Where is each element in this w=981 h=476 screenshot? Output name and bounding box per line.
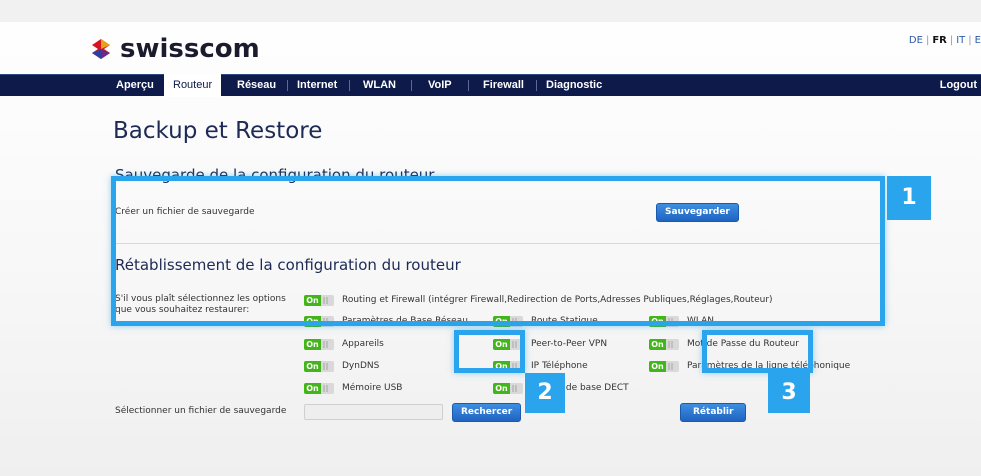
toggle-knob [668,341,670,348]
tab-apercu[interactable]: Aperçu [116,75,154,96]
restore-button[interactable]: Rétablir [680,403,747,422]
toggle-knob [323,341,325,348]
tab-internet[interactable]: Internet [297,75,337,96]
backup-file-input[interactable] [304,404,443,420]
toggle-on-label: On [304,339,321,350]
tab-diagnostic[interactable]: Diagnostic [546,75,602,96]
toggle-knob [323,385,325,392]
brand-name: swisscom [120,34,260,64]
swisscom-logo: swisscom [90,34,260,64]
callout-box-1 [111,176,885,326]
toggle-on-label: On [304,383,321,394]
nav-divider [287,80,288,91]
option-dyndns: DynDNS [342,361,380,371]
callout-box-3 [702,330,813,373]
callout-badge-1: 1 [887,176,931,220]
main-nav: Aperçu Routeur Réseau Internet WLAN VoIP… [0,74,981,97]
toggle-knob [323,363,325,370]
callout-badge-2: 2 [525,373,565,413]
callout-box-2 [454,330,525,373]
option-vpn: Peer-to-Peer VPN [531,339,608,349]
toggle-on-label: On [304,361,321,372]
option-usb-memory: Mémoire USB [342,383,403,393]
top-strip [0,0,981,22]
toggle-usb-memory[interactable]: On [304,383,334,394]
router-admin-page: swisscom DE | FR | IT | E Aperçu Routeur Résea… [0,0,981,476]
toggle-phone-line-params[interactable]: On [649,361,679,372]
tab-voip[interactable]: VoIP [428,75,452,96]
nav-divider [411,80,412,91]
tab-routeur[interactable]: Routeur [164,74,222,97]
tab-firewall[interactable]: Firewall [483,75,524,96]
page-title: Backup et Restore [113,118,323,144]
tab-reseau[interactable]: Réseau [237,75,276,96]
toggle-knob [668,363,670,370]
nav-divider [536,80,537,91]
option-devices: Appareils [342,339,384,349]
nav-divider [349,80,350,91]
toggle-router-password[interactable]: On [649,339,679,350]
browse-button[interactable]: Rechercer [452,403,522,422]
language-switcher: DE | FR | IT | E [908,35,981,46]
lang-fr[interactable]: FR [932,35,947,46]
select-file-label: Sélectionner un fichier de sauvegarde [115,406,287,416]
toggle-on-label: On [493,383,510,394]
toggle-on-label: On [649,339,666,350]
toggle-on-label: On [649,361,666,372]
tab-wlan[interactable]: WLAN [363,75,396,96]
toggle-devices[interactable]: On [304,339,334,350]
lang-de[interactable]: DE [909,35,923,46]
swisscom-logo-icon [92,39,110,59]
option-ip-phone: IP Téléphone [531,361,588,371]
lang-en[interactable]: E [975,35,981,46]
lang-it[interactable]: IT [956,35,965,46]
callout-badge-3: 3 [768,373,810,413]
toggle-dect-base[interactable]: On [493,383,523,394]
nav-divider [468,80,469,91]
toggle-knob [512,385,514,392]
toggle-dyndns[interactable]: On [304,361,334,372]
logout-link[interactable]: Logout [940,75,977,96]
